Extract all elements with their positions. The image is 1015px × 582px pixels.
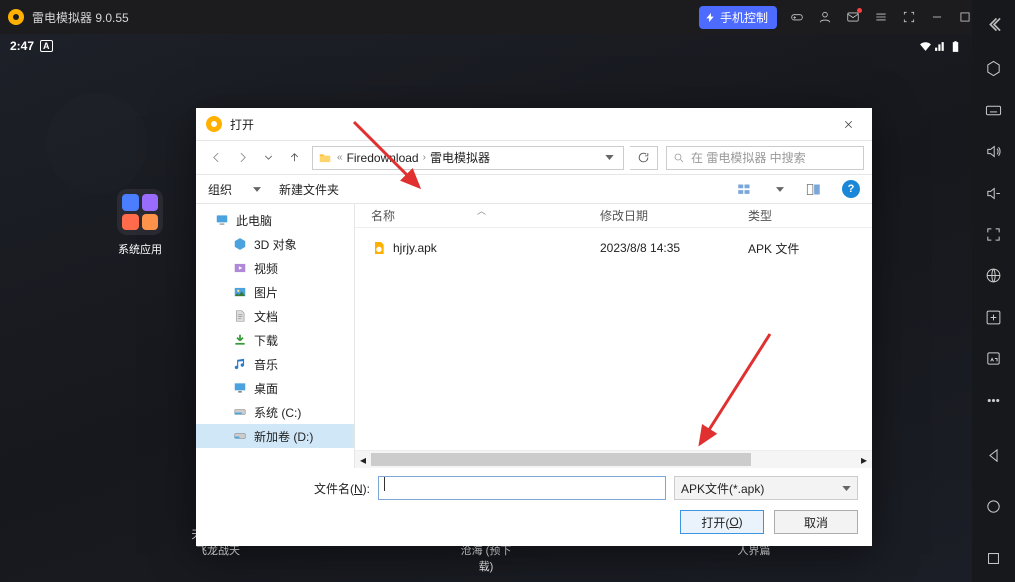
phone-control-label: 手机控制 [720, 9, 768, 26]
fullscreen-icon[interactable] [980, 221, 1008, 248]
breadcrumb-item[interactable]: 雷电模拟器 [430, 149, 490, 166]
nav-back-button[interactable] [204, 146, 228, 170]
android-recent-button[interactable] [980, 545, 1008, 572]
dialog-title: 打开 [230, 116, 254, 133]
gamepad-icon[interactable] [783, 5, 811, 29]
volume-up-icon[interactable] [980, 138, 1008, 165]
column-type[interactable]: 类型 [748, 207, 872, 224]
tree-item-downloads[interactable]: 下载 [196, 328, 354, 352]
settings-hex-icon[interactable] [980, 55, 1008, 82]
file-list-header[interactable]: 名称 ︿ 修改日期 类型 [355, 204, 872, 228]
mail-icon[interactable] [839, 5, 867, 29]
filetype-select[interactable]: APK文件(*.apk) [674, 476, 858, 500]
user-icon[interactable] [811, 5, 839, 29]
search-placeholder: 在 雷电模拟器 中搜索 [691, 149, 806, 166]
android-home-button[interactable] [980, 493, 1008, 520]
nav-recent-button[interactable] [256, 146, 280, 170]
tree-item-music[interactable]: 音乐 [196, 352, 354, 376]
desktop-app-label: 系统应用 [110, 241, 170, 257]
dialog-close-button[interactable] [834, 110, 862, 138]
tree-item-pictures[interactable]: 图片 [196, 280, 354, 304]
file-name: hjrjy.apk [393, 241, 437, 255]
nav-up-button[interactable] [282, 146, 306, 170]
keyboard-icon[interactable] [980, 97, 1008, 124]
new-folder-button[interactable]: 新建文件夹 [279, 181, 339, 198]
app-title: 雷电模拟器 9.0.55 [32, 9, 129, 26]
tree-item-documents[interactable]: 文档 [196, 304, 354, 328]
collapse-sidebar-button[interactable] [987, 8, 1001, 41]
preview-pane-button[interactable] [802, 180, 824, 198]
screenshot-icon[interactable] [980, 304, 1008, 331]
tree-item-3dobjects[interactable]: 3D 对象 [196, 232, 354, 256]
tree-item-sysdrive[interactable]: 系统 (C:) [196, 400, 354, 424]
cancel-button[interactable]: 取消 [774, 510, 858, 534]
tree-item-videos[interactable]: 视频 [196, 256, 354, 280]
view-mode-button[interactable] [733, 180, 755, 198]
dialog-logo-icon [206, 116, 222, 132]
folder-tree[interactable]: 此电脑 3D 对象 视频 图片 文档 下载 音乐 桌面 系统 (C:) 新加卷 … [196, 204, 355, 468]
android-back-button[interactable] [980, 442, 1008, 469]
file-row[interactable]: hjrjy.apk 2023/8/8 14:35 APK 文件 [355, 236, 872, 260]
phone-control-button[interactable]: 手机控制 [699, 6, 777, 29]
translate-icon[interactable] [980, 262, 1008, 289]
emulator-screen: 2:47 A 系统应用 天龙八部2: 飞龙战天 全民江湖 秦时明月: 沧海 (预… [0, 34, 972, 582]
apk-install-icon[interactable] [980, 345, 1008, 372]
open-button[interactable]: 打开(O) [680, 510, 764, 534]
expand-icon[interactable] [895, 5, 923, 29]
organize-button[interactable]: 组织 [208, 181, 232, 198]
breadcrumb-dropdown[interactable] [599, 155, 619, 160]
right-sidebar [972, 0, 1015, 582]
file-type: APK 文件 [748, 240, 872, 257]
tree-item-desktop[interactable]: 桌面 [196, 376, 354, 400]
horizontal-scrollbar[interactable]: ◂▸ [355, 450, 872, 468]
nav-forward-button[interactable] [230, 146, 254, 170]
breadcrumb[interactable]: « Firedownload › 雷电模拟器 [312, 146, 624, 170]
filename-label: 文件名(N): [210, 480, 370, 497]
breadcrumb-item[interactable]: Firedownload [347, 151, 419, 165]
refresh-button[interactable] [630, 146, 658, 170]
minimize-icon[interactable] [923, 5, 951, 29]
folder-icon [317, 151, 333, 165]
apk-file-icon [371, 240, 387, 256]
column-date[interactable]: 修改日期 [600, 207, 748, 224]
search-input[interactable]: 在 雷电模拟器 中搜索 [666, 146, 864, 170]
tree-item-pc[interactable]: 此电脑 [196, 208, 354, 232]
app-logo-icon [8, 9, 24, 25]
search-icon [673, 152, 685, 164]
help-button[interactable]: ? [842, 180, 860, 198]
desktop-app-icon[interactable]: 系统应用 [110, 189, 170, 257]
file-date: 2023/8/8 14:35 [600, 241, 748, 255]
menu-icon[interactable] [867, 5, 895, 29]
filename-input[interactable] [378, 476, 666, 500]
tree-item-newvol[interactable]: 新加卷 (D:) [196, 424, 354, 448]
more-icon[interactable] [980, 386, 1008, 413]
volume-down-icon[interactable] [980, 179, 1008, 206]
file-open-dialog: 打开 « Firedownload › 雷电模拟器 [196, 108, 872, 546]
app-title-bar: 雷电模拟器 9.0.55 手机控制 [0, 0, 1015, 34]
